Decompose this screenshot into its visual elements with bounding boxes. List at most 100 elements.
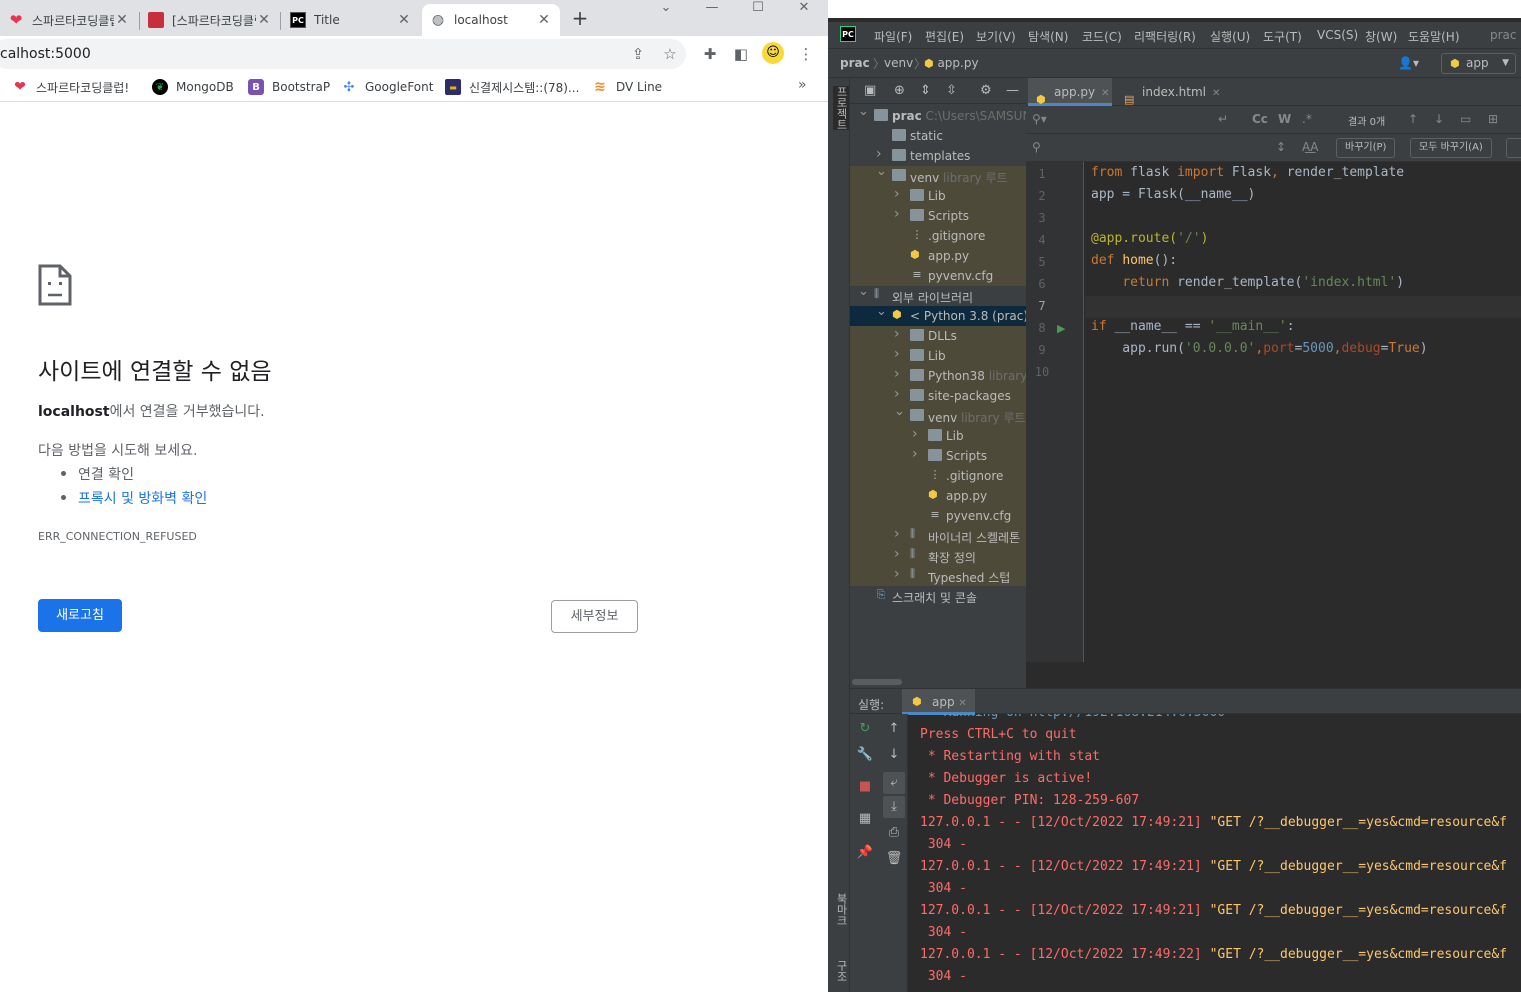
tool-window-project[interactable]: 프로젝트 bbox=[833, 86, 849, 130]
browser-tab-4[interactable]: ◍ localhost ✕ bbox=[422, 4, 560, 36]
chevron-right-icon[interactable]: › bbox=[894, 326, 900, 342]
print-icon[interactable]: ⎙ bbox=[883, 822, 905, 844]
close-icon[interactable]: ✕ bbox=[536, 12, 552, 28]
menu-view[interactable]: 보기(V) bbox=[976, 28, 1016, 45]
address-bar[interactable]: calhost:5000 ⇪ ☆ bbox=[0, 39, 686, 69]
sidepanel-icon[interactable]: ◧ bbox=[731, 44, 751, 64]
bookmarks-overflow-icon[interactable]: » bbox=[798, 77, 807, 93]
search-icon[interactable]: ⚲▾ bbox=[1032, 112, 1047, 126]
menu-window[interactable]: 창(W) bbox=[1365, 28, 1397, 45]
close-icon[interactable]: ✕ bbox=[958, 698, 966, 709]
breadcrumb-project[interactable]: prac bbox=[840, 56, 870, 70]
collapse-all-icon[interactable]: ⇳ bbox=[946, 83, 957, 98]
project-scrollbar[interactable] bbox=[850, 676, 1026, 688]
select-all-icon[interactable]: ▭ bbox=[1460, 112, 1471, 126]
tree-node[interactable]: ⌄ venv library 루트 bbox=[850, 166, 1026, 186]
regex-icon[interactable]: .* bbox=[1302, 112, 1312, 126]
match-case-icon[interactable]: Cc bbox=[1252, 112, 1268, 126]
tree-node[interactable]: ⌄ ⬢ < Python 3.8 (prac) > bbox=[850, 306, 1026, 326]
tree-node[interactable]: › site-packages bbox=[850, 386, 1026, 406]
tree-node[interactable]: static bbox=[850, 126, 1026, 146]
trash-icon[interactable]: 🗑 bbox=[883, 848, 905, 870]
exclude-button[interactable] bbox=[1506, 138, 1521, 158]
menu-navigate[interactable]: 탐색(N) bbox=[1028, 28, 1068, 45]
search-icon[interactable]: ⚲ bbox=[1032, 140, 1041, 154]
tab-app-py[interactable]: ⬢ app.py ✕ bbox=[1028, 78, 1112, 106]
breadcrumb-file[interactable]: ⬢ app.py bbox=[924, 56, 979, 70]
tree-node[interactable]: › ⫼ Typeshed 스텁 bbox=[850, 566, 1026, 586]
filter-icon[interactable]: ⊞ bbox=[1488, 112, 1498, 126]
tree-node[interactable]: ⬢ app.py bbox=[850, 486, 1026, 506]
arrow-up-icon[interactable]: ↑ bbox=[1408, 112, 1418, 126]
tree-node[interactable]: › ⫼ 바이너리 스켈레톤 bbox=[850, 526, 1026, 546]
hide-icon[interactable]: — bbox=[1006, 83, 1019, 98]
tree-node[interactable]: › Lib bbox=[850, 426, 1026, 446]
close-icon[interactable]: ✕ bbox=[1101, 88, 1109, 99]
star-icon[interactable]: ☆ bbox=[660, 44, 680, 64]
wrench-icon[interactable]: 🔧 bbox=[854, 744, 876, 766]
tree-node[interactable]: › ⫼ 확장 정의 bbox=[850, 546, 1026, 566]
chevron-down-icon[interactable]: ⌄ bbox=[876, 166, 887, 179]
browser-tab-1[interactable]: ❤ 스파르타코딩클럽 ✕ bbox=[0, 4, 138, 36]
tree-node[interactable]: › Lib bbox=[850, 346, 1026, 366]
chevron-right-icon[interactable]: › bbox=[894, 526, 900, 542]
extensions-icon[interactable]: ✚ bbox=[700, 44, 720, 64]
menu-run[interactable]: 실행(U) bbox=[1210, 28, 1250, 45]
bookmark-item[interactable]: B BootstraP bbox=[248, 77, 330, 97]
panel-icon[interactable]: ▣ bbox=[864, 83, 876, 98]
tree-node[interactable]: › Lib bbox=[850, 186, 1026, 206]
menu-file[interactable]: 파일(F) bbox=[874, 28, 912, 45]
breadcrumb-venv[interactable]: venv bbox=[884, 56, 913, 70]
chevron-down-icon[interactable]: ⌄ bbox=[646, 0, 686, 16]
chevron-right-icon[interactable]: › bbox=[894, 366, 900, 382]
tree-node[interactable]: ⌄ prac C:\Users\SAMSUNG bbox=[850, 106, 1026, 126]
browser-tab-3[interactable]: PC Title ✕ bbox=[282, 4, 420, 36]
chevron-right-icon[interactable]: › bbox=[876, 146, 882, 162]
pin-icon[interactable]: 📌 bbox=[854, 842, 876, 864]
new-tab-button[interactable]: + bbox=[568, 6, 592, 30]
layout-icon[interactable]: ▦ bbox=[854, 808, 876, 830]
menu-vcs[interactable]: VCS(S) bbox=[1317, 28, 1358, 42]
maximize-button[interactable]: ☐ bbox=[738, 0, 778, 16]
tree-node[interactable]: › Python38 library bbox=[850, 366, 1026, 386]
chevron-right-icon[interactable]: › bbox=[912, 426, 918, 442]
preserve-case-icon[interactable]: ↕ bbox=[1276, 140, 1286, 154]
menu-refactor[interactable]: 리팩터링(R) bbox=[1134, 28, 1196, 45]
chevron-down-icon[interactable]: ⌄ bbox=[858, 286, 869, 299]
tree-node[interactable]: ⋮ .gitignore bbox=[850, 226, 1026, 246]
preserve-case-icon[interactable]: A͟A bbox=[1302, 140, 1318, 154]
tree-node[interactable]: › DLLs bbox=[850, 326, 1026, 346]
chevron-right-icon[interactable]: › bbox=[894, 346, 900, 362]
run-tab-app[interactable]: ⬢ app ✕ bbox=[902, 689, 975, 715]
close-icon[interactable]: ✕ bbox=[1212, 88, 1220, 99]
chevron-right-icon[interactable]: › bbox=[894, 206, 900, 222]
replace-button[interactable]: 바꾸기(P) bbox=[1336, 138, 1396, 158]
close-icon[interactable]: ✕ bbox=[114, 12, 130, 28]
tree-node[interactable]: ≡ pyvenv.cfg bbox=[850, 506, 1026, 526]
code-editor[interactable]: 1 2 3 4 5 6 7 8 9 10 ▶ from flask import… bbox=[1026, 162, 1521, 662]
replace-all-button[interactable]: 모두 바꾸기(A) bbox=[1410, 138, 1492, 158]
user-icon[interactable]: 👤▾ bbox=[1398, 56, 1419, 70]
chevron-right-icon[interactable]: › bbox=[912, 446, 918, 462]
bookmark-item[interactable]: ❤ 스파르타코딩클럽! bbox=[12, 77, 129, 97]
scroll-to-end-icon[interactable]: ⤓ bbox=[883, 796, 905, 818]
tree-node[interactable]: › Scripts bbox=[850, 206, 1026, 226]
run-gutter-icon[interactable]: ▶ bbox=[1057, 322, 1065, 335]
arrow-up-icon[interactable]: ↑ bbox=[883, 718, 905, 740]
console-output[interactable]: * Running on http://192.168.214.6:5000 Pr… bbox=[908, 714, 1521, 992]
tool-window-bookmarks[interactable]: 북마크 bbox=[833, 893, 849, 926]
avatar[interactable]: ☺ bbox=[762, 42, 784, 64]
tree-node[interactable]: ⌄ ⫼ 외부 라이브러리 bbox=[850, 286, 1026, 306]
tool-window-structure[interactable]: 구조 bbox=[833, 960, 849, 982]
bookmark-item[interactable]: ≋ DV Line bbox=[592, 77, 662, 97]
whole-word-icon[interactable]: W bbox=[1278, 112, 1291, 126]
expand-all-icon[interactable]: ⇕ bbox=[920, 83, 931, 98]
gear-icon[interactable]: ⚙ bbox=[980, 83, 992, 98]
window-close-button[interactable]: ✕ bbox=[784, 0, 824, 16]
newline-icon[interactable]: ↵ bbox=[1218, 112, 1228, 126]
rerun-icon[interactable]: ↻ bbox=[854, 718, 876, 740]
chevron-down-icon[interactable]: ⌄ bbox=[876, 306, 887, 319]
chevron-right-icon[interactable]: › bbox=[894, 546, 900, 562]
bookmark-item[interactable]: ✣ GoogleFont bbox=[341, 77, 434, 97]
tree-node[interactable]: ≡ pyvenv.cfg bbox=[850, 266, 1026, 286]
